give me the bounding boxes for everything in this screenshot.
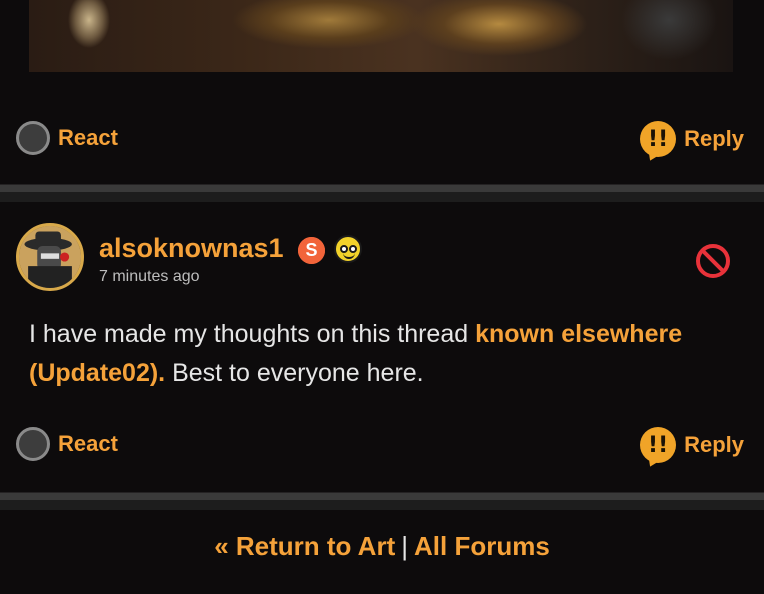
react-label: React (58, 125, 118, 150)
reply-label: Reply (684, 126, 744, 151)
smiley-badge-icon (334, 235, 362, 263)
reply-label: Reply (684, 432, 744, 457)
reply-icon: !! (640, 427, 677, 463)
post-body-text: I have made my thoughts on this thread (29, 320, 476, 348)
post-art-image (29, 0, 733, 72)
react-button[interactable]: React (16, 121, 118, 155)
react-button[interactable]: React (16, 427, 118, 461)
nav-separator: | (401, 531, 408, 561)
post-body-text-end: Best to everyone here. (165, 359, 424, 387)
reply-button[interactable]: !! Reply (640, 121, 744, 157)
react-label: React (58, 431, 118, 456)
return-to-art-link[interactable]: « Return to Art (214, 531, 395, 561)
all-forums-link[interactable]: All Forums (414, 531, 550, 561)
avatar[interactable] (16, 223, 84, 291)
post-actions: React !! Reply (0, 427, 764, 467)
react-icon (16, 121, 50, 155)
previous-post-card: React !! Reply (0, 0, 764, 182)
react-icon (16, 427, 50, 461)
post-card: alsoknownas1 S 7 minutes ago I have made… (0, 205, 764, 493)
post-divider (0, 488, 764, 510)
post-body: I have made my thoughts on this thread k… (29, 315, 729, 393)
post-divider (0, 180, 764, 202)
block-icon[interactable] (694, 242, 732, 280)
post-timestamp: 7 minutes ago (99, 268, 200, 285)
forum-footer-nav: « Return to Art | All Forums (0, 531, 764, 562)
reply-icon: !! (640, 121, 677, 157)
reply-button[interactable]: !! Reply (640, 427, 744, 463)
staff-badge-icon: S (298, 237, 325, 264)
previous-post-actions: React !! Reply (0, 121, 764, 161)
username[interactable]: alsoknownas1 (99, 233, 284, 264)
